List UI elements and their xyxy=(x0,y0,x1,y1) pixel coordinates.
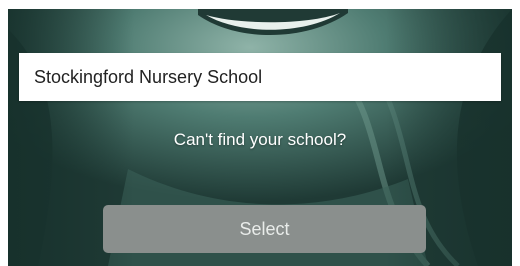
school-search-input[interactable]: Stockingford Nursery School xyxy=(19,53,501,101)
school-search-value: Stockingford Nursery School xyxy=(34,66,263,87)
select-button[interactable]: Select xyxy=(103,205,426,253)
cant-find-school-link[interactable]: Can't find your school? xyxy=(8,130,512,150)
select-button-label: Select xyxy=(239,218,290,239)
app-screen: Stockingford Nursery School Can't find y… xyxy=(8,9,512,266)
